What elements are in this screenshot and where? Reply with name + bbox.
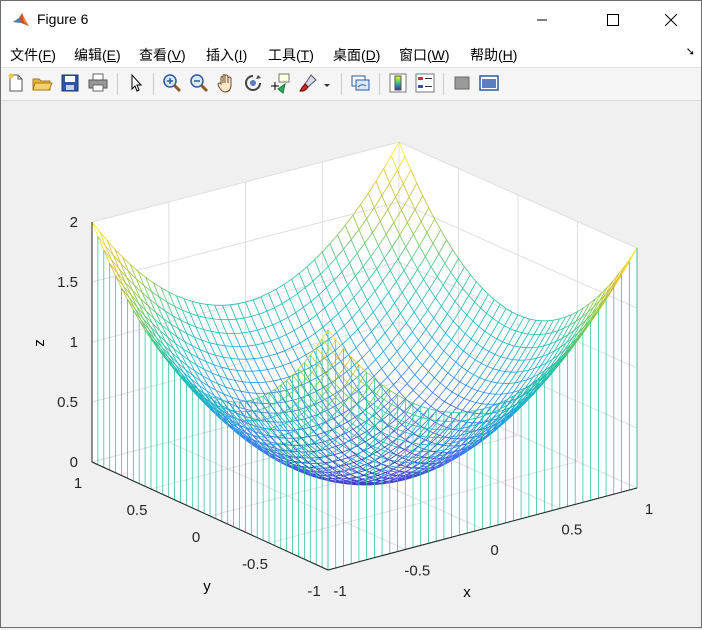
show-plot-tools-icon[interactable] bbox=[478, 72, 500, 94]
y-tick-label: -1 bbox=[307, 583, 320, 600]
mesh-line bbox=[528, 334, 534, 335]
mesh-line bbox=[536, 320, 542, 321]
menu-help[interactable]: 帮助(H) bbox=[470, 45, 517, 65]
colorbar-icon[interactable] bbox=[387, 72, 409, 94]
mesh-line bbox=[482, 404, 488, 405]
title-bar[interactable]: Figure 6 bbox=[1, 1, 701, 39]
mesh-line bbox=[246, 359, 254, 360]
rotate-3d-icon[interactable] bbox=[242, 72, 264, 94]
menu-tools[interactable]: 工具(T) bbox=[268, 45, 314, 65]
menu-view[interactable]: 查看(V) bbox=[139, 45, 186, 65]
pan-hand-icon[interactable] bbox=[215, 72, 237, 94]
mesh-line bbox=[288, 430, 296, 431]
x-tick-label: 1 bbox=[645, 501, 653, 518]
new-file-icon[interactable] bbox=[5, 72, 27, 94]
dock-arrow-icon[interactable]: ➘ bbox=[686, 45, 695, 58]
mesh-line bbox=[234, 333, 242, 334]
menu-desktop[interactable]: 桌面(D) bbox=[333, 45, 380, 65]
minimize-icon bbox=[536, 14, 548, 26]
y-tick-label: 1 bbox=[74, 475, 82, 492]
z-tick-label: 0 bbox=[70, 454, 78, 471]
minimize-button[interactable] bbox=[519, 1, 565, 39]
brush-icon[interactable] bbox=[297, 72, 319, 94]
window-title: Figure 6 bbox=[37, 11, 88, 27]
open-folder-icon[interactable] bbox=[31, 72, 53, 94]
close-icon bbox=[665, 14, 677, 26]
legend-icon[interactable] bbox=[414, 72, 436, 94]
figure-toolbar bbox=[1, 68, 701, 101]
menu-window[interactable]: 窗口(W) bbox=[399, 45, 450, 65]
mesh-surface-plot[interactable]: -1 -0.5 0 0.5 1 -1 -0.5 0 0.5 1 0 0.5 1 1.5 2 x y z bbox=[1, 101, 701, 627]
toolbar-separator bbox=[341, 73, 342, 95]
mesh-line bbox=[459, 412, 467, 413]
x-axis-label: x bbox=[463, 584, 471, 601]
toolbar-separator bbox=[153, 73, 154, 95]
toolbar-separator bbox=[443, 73, 444, 95]
z-tick-label: 2 bbox=[70, 214, 78, 231]
mesh-line bbox=[320, 478, 326, 479]
y-tick-label: 0 bbox=[192, 529, 200, 546]
menu-edit[interactable]: 编辑(E) bbox=[74, 45, 121, 65]
plot-area[interactable]: -1 -0.5 0 0.5 1 -1 -0.5 0 0.5 1 0 0.5 1 1.5 2 x y z bbox=[1, 101, 701, 627]
mesh-line bbox=[240, 346, 248, 347]
x-tick-label: 0.5 bbox=[561, 522, 582, 539]
y-axis-label: y bbox=[203, 578, 211, 595]
zoom-out-icon[interactable] bbox=[188, 72, 210, 94]
menu-bar: 文件(F) 编辑(E) 查看(V) 插入(I) 工具(T) 桌面(D) 窗口(W… bbox=[1, 39, 701, 68]
print-icon[interactable] bbox=[87, 72, 109, 94]
link-plot-icon[interactable] bbox=[349, 72, 371, 94]
mesh-line bbox=[223, 305, 231, 306]
mesh-line bbox=[252, 371, 260, 372]
mesh-line bbox=[294, 438, 302, 439]
close-button[interactable] bbox=[648, 1, 694, 39]
pointer-icon[interactable] bbox=[125, 72, 147, 94]
x-tick-label: 0 bbox=[490, 542, 498, 559]
save-icon[interactable] bbox=[59, 72, 81, 94]
toolbar-separator bbox=[379, 73, 380, 95]
data-cursor-icon[interactable] bbox=[269, 72, 291, 94]
figure-window: Figure 6 文件(F) 编辑(E) 查看(V) 插入(I) 工具(T) 桌… bbox=[0, 0, 702, 628]
z-tick-label: 1.5 bbox=[57, 274, 78, 291]
maximize-button[interactable] bbox=[590, 1, 636, 39]
y-tick-label: 0.5 bbox=[127, 502, 148, 519]
z-tick-label: 1 bbox=[70, 334, 78, 351]
mesh-line bbox=[497, 383, 503, 384]
menu-insert[interactable]: 插入(I) bbox=[206, 45, 247, 65]
z-axis-label: z bbox=[31, 339, 48, 347]
matlab-logo-icon bbox=[12, 11, 30, 29]
z-tick-label: 0.5 bbox=[57, 394, 78, 411]
zoom-in-icon[interactable] bbox=[161, 72, 183, 94]
x-tick-label: -1 bbox=[333, 583, 346, 600]
mesh-line bbox=[258, 382, 266, 383]
y-tick-label: -0.5 bbox=[242, 556, 268, 573]
maximize-icon bbox=[607, 14, 619, 26]
x-tick-label: -0.5 bbox=[404, 563, 430, 580]
brush-dropdown-icon[interactable] bbox=[321, 72, 333, 94]
menu-file[interactable]: 文件(F) bbox=[10, 45, 56, 65]
hide-plot-tools-icon[interactable] bbox=[451, 72, 473, 94]
toolbar-separator bbox=[117, 73, 118, 95]
mesh-line bbox=[228, 319, 236, 320]
mesh-line bbox=[505, 372, 511, 373]
